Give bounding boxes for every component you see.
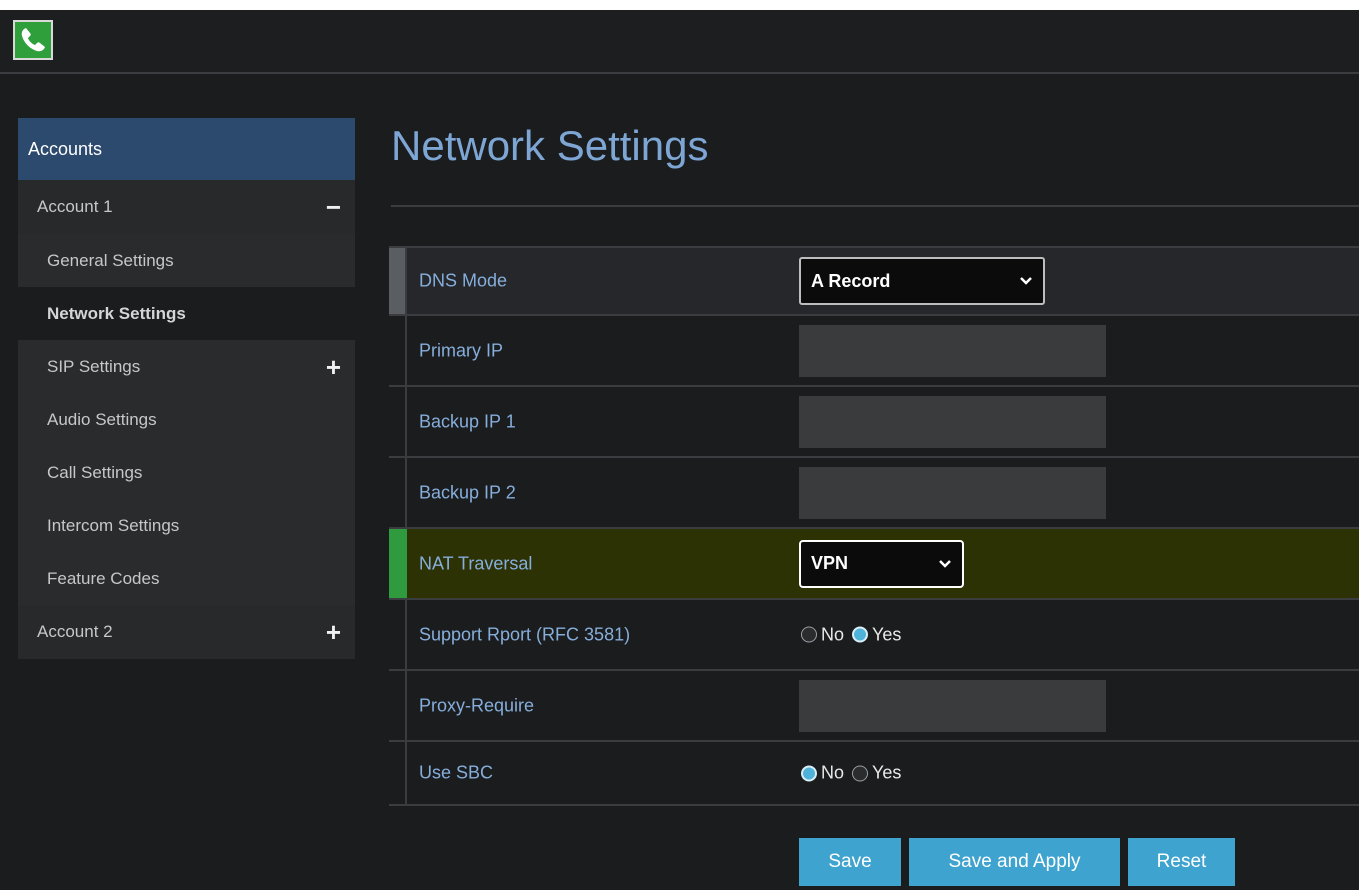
nat-traversal-select[interactable]: VPN <box>799 539 964 588</box>
select-value: VPN <box>811 553 849 573</box>
backup-ip-1-input[interactable] <box>799 395 1106 448</box>
radio-no[interactable] <box>801 765 817 781</box>
row-marker <box>389 316 407 385</box>
row-marker <box>389 387 407 456</box>
expand-icon[interactable]: + <box>326 354 341 380</box>
form-row-backup-ip-2: Backup IP 2 <box>389 458 1359 529</box>
expand-icon[interactable]: + <box>326 619 341 645</box>
divider <box>391 205 1359 207</box>
phone-icon[interactable] <box>13 20 53 60</box>
form-row-proxy-require: Proxy-Require <box>389 671 1359 742</box>
backup-ip-2-input[interactable] <box>799 466 1106 519</box>
backup-ip-2-input-wrap <box>799 466 1106 519</box>
save-button[interactable]: Save <box>799 838 901 886</box>
dns-mode-select[interactable]: A Record <box>799 257 1045 305</box>
top-bar <box>0 10 1359 74</box>
sidebar-item-label: General Settings <box>47 250 174 270</box>
sidebar: Accounts Account 1 − General Settings Ne… <box>18 118 355 659</box>
row-marker <box>389 742 407 804</box>
chevron-down-icon <box>939 559 951 568</box>
proxy-require-input-wrap <box>799 679 1106 732</box>
field-label: DNS Mode <box>419 270 508 291</box>
select-box[interactable]: A Record <box>799 257 1045 305</box>
radio-label-yes: Yes <box>872 624 902 644</box>
sidebar-item-label: Call Settings <box>47 462 143 482</box>
form-row-dns-mode: DNS Mode A Record <box>389 246 1359 316</box>
row-marker <box>389 671 407 740</box>
radio-label-no: No <box>821 624 845 644</box>
primary-ip-input[interactable] <box>799 324 1106 377</box>
row-marker <box>389 248 407 314</box>
sidebar-header-accounts[interactable]: Accounts <box>18 118 355 180</box>
radio-label-yes: Yes <box>872 762 902 783</box>
sidebar-item-audio-settings[interactable]: Audio Settings <box>18 393 355 446</box>
sidebar-item-account-1[interactable]: Account 1 − <box>18 180 355 234</box>
radio-no[interactable] <box>801 626 817 643</box>
collapse-icon[interactable]: − <box>326 194 341 220</box>
radio-yes[interactable] <box>852 626 869 643</box>
row-marker <box>389 529 407 598</box>
sidebar-item-feature-codes[interactable]: Feature Codes <box>18 552 355 605</box>
form-row-use-sbc: Use SBC No Yes <box>389 742 1359 806</box>
select-value: A Record <box>811 270 891 291</box>
select-box[interactable]: VPN <box>799 539 964 588</box>
row-marker <box>389 458 407 527</box>
proxy-require-input[interactable] <box>799 679 1106 732</box>
form-row-primary-ip: Primary IP <box>389 316 1359 387</box>
primary-ip-input-wrap <box>799 324 1106 377</box>
sidebar-item-call-settings[interactable]: Call Settings <box>18 446 355 499</box>
field-label: Backup IP 1 <box>419 411 516 431</box>
field-label: Use SBC <box>419 762 494 783</box>
sidebar-item-network-settings[interactable]: Network Settings <box>18 287 355 340</box>
field-label: NAT Traversal <box>419 553 533 573</box>
sidebar-item-account-2[interactable]: Account 2 + <box>18 605 355 659</box>
sidebar-item-label: Audio Settings <box>47 409 157 429</box>
sidebar-item-intercom-settings[interactable]: Intercom Settings <box>18 499 355 552</box>
sidebar-item-label: Account 1 <box>37 197 113 216</box>
radio-yes[interactable] <box>852 765 869 781</box>
field-label: Primary IP <box>419 340 504 360</box>
form-row-backup-ip-1: Backup IP 1 <box>389 387 1359 458</box>
backup-ip-1-input-wrap <box>799 395 1106 448</box>
field-label: Proxy-Require <box>419 695 535 715</box>
field-label: Backup IP 2 <box>419 482 516 502</box>
use-sbc-radio-group: No Yes <box>799 763 907 784</box>
page-title: Network Settings <box>391 122 709 169</box>
reset-button[interactable]: Reset <box>1128 838 1235 886</box>
row-marker <box>389 600 407 669</box>
sidebar-item-label: Account 2 <box>37 622 113 641</box>
sidebar-item-label: Network Settings <box>47 303 186 323</box>
save-and-apply-button[interactable]: Save and Apply <box>909 838 1120 886</box>
form-row-support-rport: Support Rport (RFC 3581) No Yes <box>389 600 1359 671</box>
sidebar-item-sip-settings[interactable]: SIP Settings + <box>18 340 355 393</box>
support-rport-radio-group: No Yes <box>799 624 907 645</box>
form-row-nat-traversal: NAT Traversal VPN <box>389 529 1359 600</box>
field-label: Support Rport (RFC 3581) <box>419 624 631 644</box>
sidebar-item-label: Feature Codes <box>47 568 160 588</box>
chevron-down-icon <box>1020 277 1032 285</box>
sidebar-item-general-settings[interactable]: General Settings <box>18 234 355 287</box>
sidebar-item-label: SIP Settings <box>47 356 141 376</box>
app-window: Accounts Account 1 − General Settings Ne… <box>0 10 1359 890</box>
sidebar-item-label: Intercom Settings <box>47 515 180 535</box>
radio-label-no: No <box>821 762 845 783</box>
